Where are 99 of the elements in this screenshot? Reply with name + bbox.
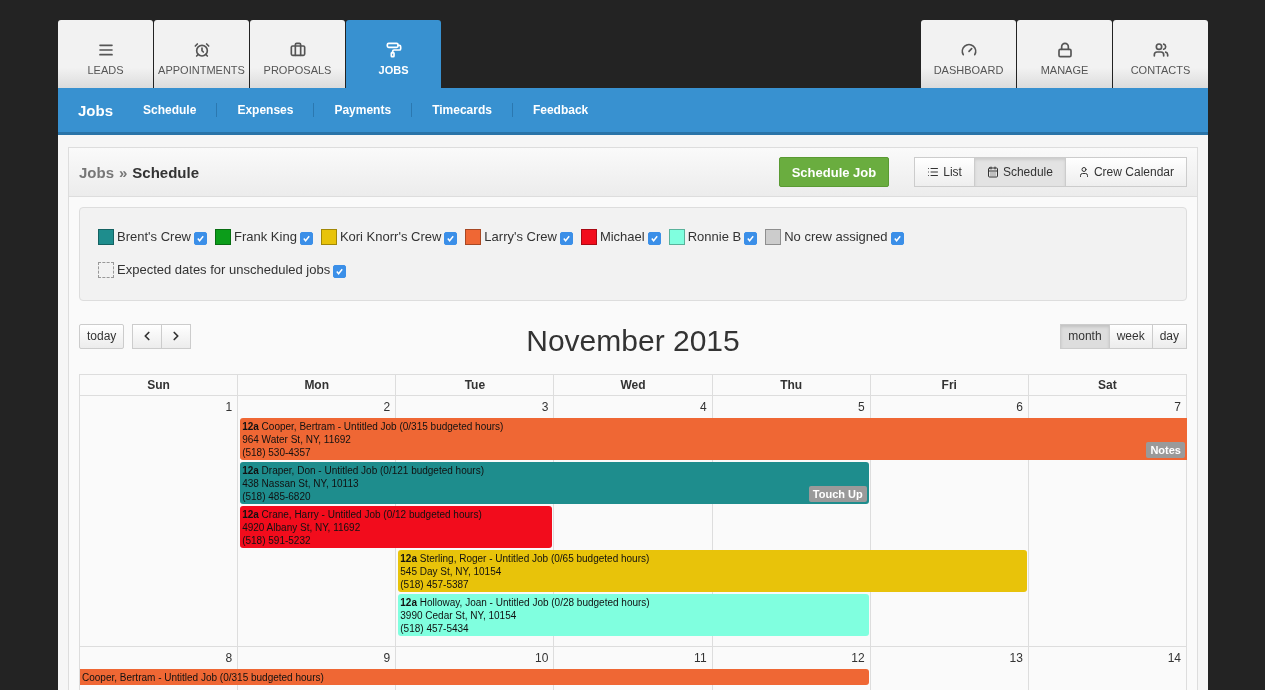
lock-icon [1056, 42, 1073, 58]
checkbox[interactable] [194, 232, 207, 245]
day-number: 12 [850, 650, 866, 665]
checkbox[interactable] [444, 232, 458, 245]
nav-tab[interactable]: MANAGE [1017, 20, 1112, 88]
checkmark-icon [746, 234, 756, 243]
checkmark-icon [335, 267, 345, 276]
event-text: (518) 591-5232 [242, 534, 312, 547]
weekday-header: Tue [396, 374, 555, 396]
day-number: 6 [1015, 399, 1024, 414]
page-title: Schedule [132, 163, 200, 181]
list-icon [97, 42, 114, 58]
event-text: 12a Sterling, Roger - Untitled Job (0/65 budgeted hours) [400, 552, 651, 565]
event-text: 12a Draper, Don - Untitled Job (0/121 budgeted hours) [242, 464, 485, 477]
today-button[interactable]: today [79, 323, 125, 349]
legend-label: Ronnie B [687, 229, 742, 244]
event-text: (518) 485-6820 [242, 490, 312, 503]
briefcase-icon [289, 42, 306, 58]
legend-swatch [98, 261, 114, 278]
event-tag: Notes [1146, 442, 1185, 458]
event-text: 12a Crane, Harry - Untitled Job (0/12 budgeted hours) [242, 508, 483, 521]
legend-label: Expected dates for unscheduled jobs [117, 262, 331, 277]
nav-tab[interactable]: DASHBOARD [921, 20, 1016, 88]
day-number: 10 [534, 650, 550, 665]
day-number: 4 [698, 399, 708, 414]
weekday-header: Thu [712, 374, 871, 396]
event-text: (518) 530-4357 [242, 446, 312, 459]
range-button[interactable]: week [1108, 323, 1153, 349]
view-button[interactable]: List [914, 157, 975, 187]
event-text: 964 Water St, NY, 11692 [242, 433, 352, 446]
calendar-event[interactable]: 12a Cooper, Bertram - Untitled Job (0/315 budgeted hours) 964 Water St, NY, 11692 (518) 530-4357 Notes [240, 418, 1187, 460]
calendar-event[interactable]: 12a Draper, Don - Untitled Job (0/121 budgeted hours) 438 Nassan St, NY, 10113 (518) 485-6820 Touch Up [240, 462, 869, 504]
calendar-event[interactable]: 12a Holloway, Joan - Untitled Job (0/28 budgeted hours) 3990 Cedar St, NY, 10154 (518) 457-5434 [398, 594, 869, 636]
event-text: 438 Nassan St, NY, 10113 [242, 477, 360, 490]
legend-label: Larry's Crew [484, 229, 557, 244]
calendar-title: November 2015 [526, 324, 740, 358]
next-button[interactable] [161, 323, 192, 349]
checkbox[interactable] [890, 232, 904, 245]
legend-label: No crew assigned [784, 229, 888, 244]
event-text: 12a Holloway, Joan - Untitled Job (0/28 budgeted hours) [400, 596, 651, 609]
event-text: 545 Day St, NY, 10154 [400, 565, 503, 578]
event-tag: Touch Up [808, 486, 867, 502]
day-number: 9 [382, 650, 392, 665]
list-icon [927, 166, 940, 178]
checkbox[interactable] [559, 232, 573, 245]
user-icon [1077, 166, 1090, 178]
nav-tab[interactable]: CONTACTS [1113, 20, 1208, 88]
day-number: 2 [382, 399, 392, 414]
event-text: 4920 Albany St, NY, 11692 [242, 521, 362, 534]
day-number: 14 [1166, 650, 1182, 665]
legend-label: Kori Knorr's Crew [339, 229, 442, 244]
legend-label: Michael [599, 229, 645, 244]
gauge-icon [960, 42, 977, 58]
checkmark-icon [446, 234, 456, 243]
calendar-event[interactable]: Cooper, Bertram - Untitled Job (0/315 budgeted hours) [80, 669, 869, 685]
nav-tab[interactable]: LEADS [58, 20, 153, 88]
checkmark-icon [301, 234, 311, 243]
checkmark-icon [649, 234, 659, 243]
weekday-header: Fri [870, 374, 1029, 396]
day-number: 8 [224, 650, 234, 665]
range-button[interactable]: month [1060, 323, 1110, 349]
legend-label: Frank King [234, 229, 297, 244]
weekday-header: Mon [238, 374, 397, 396]
event-text: 3990 Cedar St, NY, 10154 [400, 609, 518, 622]
view-button[interactable]: Crew Calendar [1064, 157, 1187, 187]
users-icon [1152, 42, 1169, 58]
checkbox[interactable] [333, 265, 347, 278]
breadcrumb-separator: » [119, 163, 128, 181]
day-number: 13 [1008, 650, 1024, 665]
checkmark-icon [196, 234, 205, 243]
day-number: 1 [224, 399, 234, 414]
calendar-event[interactable]: 12a Crane, Harry - Untitled Job (0/12 budgeted hours) 4920 Albany St, NY, 11692 (518) 591-5232 [240, 506, 553, 548]
weekday-header: Wed [554, 374, 713, 396]
checkmark-icon [561, 234, 571, 243]
section-title: Jobs [78, 101, 113, 119]
alarm-clock-icon [193, 42, 210, 58]
previous-button[interactable] [132, 323, 163, 349]
legend-label: Brent's Crew [117, 229, 191, 244]
event-text: (518) 457-5434 [400, 622, 470, 635]
day-number: 3 [540, 399, 550, 414]
event-text: 12a Cooper, Bertram - Untitled Job (0/315 budgeted hours) [242, 420, 505, 433]
event-text: (518) 457-5387 [400, 578, 470, 591]
day-number: 5 [857, 399, 866, 414]
calendar-event[interactable]: 12a Sterling, Roger - Untitled Job (0/65 budgeted hours) 545 Day St, NY, 10154 (518) 457-5387 [398, 550, 1027, 592]
day-number: 11 [693, 650, 708, 665]
day-number: 7 [1173, 399, 1182, 414]
checkbox[interactable] [647, 232, 661, 245]
range-button[interactable]: day [1151, 323, 1187, 349]
checkbox[interactable] [744, 232, 758, 245]
breadcrumb-link[interactable]: Jobs [79, 163, 114, 181]
view-button[interactable]: Schedule [973, 157, 1066, 187]
calendar-icon [986, 166, 999, 178]
weekday-header: Sun [80, 374, 239, 396]
checkbox[interactable] [299, 232, 313, 245]
paint-roller-icon [385, 42, 402, 58]
weekday-header: Sat [1028, 374, 1187, 396]
nav-tab[interactable]: APPOINTMENTS [154, 20, 249, 88]
nav-tab[interactable]: PROPOSALS [250, 20, 345, 88]
checkmark-icon [892, 234, 902, 243]
